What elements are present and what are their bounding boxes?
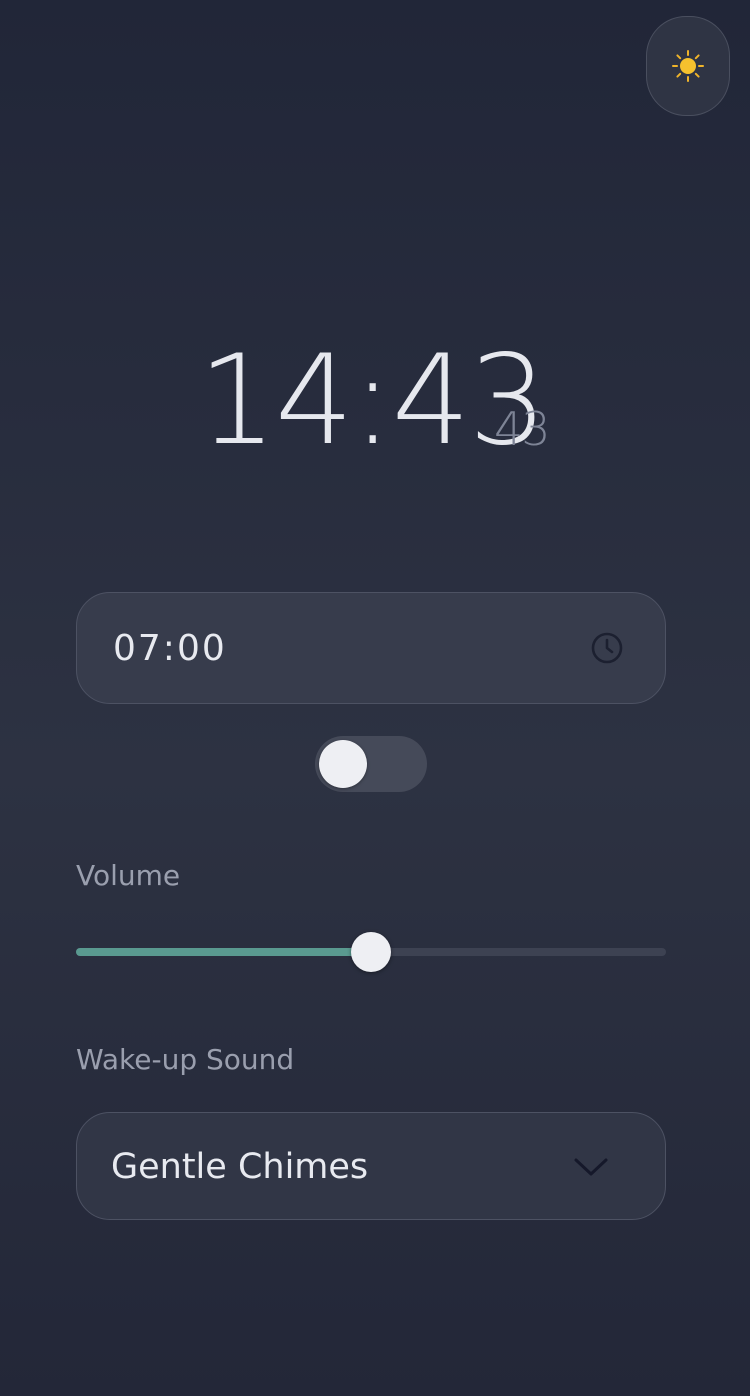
wake-up-sound-value: Gentle Chimes: [111, 1147, 369, 1187]
sun-icon: [671, 49, 705, 83]
alarm-time-value: 07:00: [113, 628, 227, 669]
toggle-knob: [319, 740, 367, 788]
volume-label: Volume: [76, 859, 181, 892]
volume-slider-fill: [76, 948, 371, 956]
theme-toggle-button[interactable]: [646, 16, 730, 116]
chevron-down-icon: [573, 1155, 609, 1179]
clock-icon[interactable]: [590, 631, 624, 665]
alarm-time-input[interactable]: 07:00: [76, 592, 666, 704]
current-time-display: 14:43 43: [0, 336, 750, 466]
wake-up-sound-label: Wake-up Sound: [76, 1043, 295, 1076]
clock-seconds: 43: [494, 402, 551, 456]
volume-slider[interactable]: [76, 928, 666, 974]
wake-up-sound-select[interactable]: Gentle Chimes: [76, 1112, 666, 1220]
alarm-enable-toggle[interactable]: [315, 736, 427, 792]
volume-slider-thumb[interactable]: [351, 932, 391, 972]
